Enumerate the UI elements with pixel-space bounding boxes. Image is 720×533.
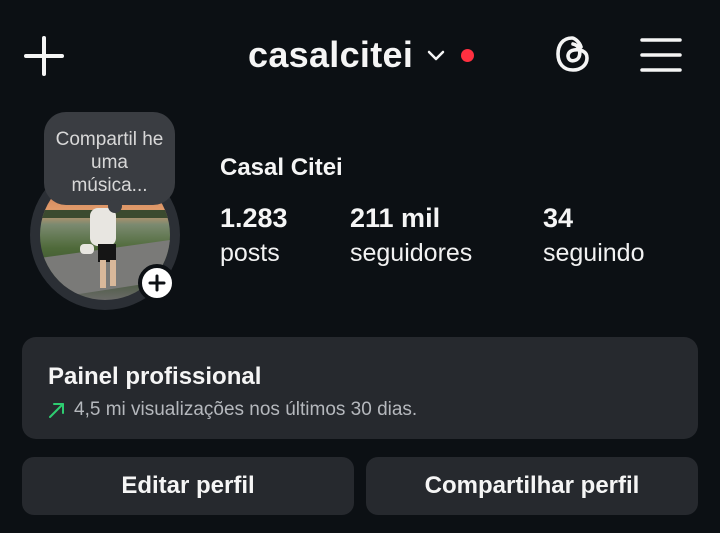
following-label[interactable]: seguindo bbox=[543, 239, 644, 268]
dashboard-subtitle: 4,5 mi visualizações nos últimos 30 dias… bbox=[48, 399, 417, 421]
note-bubble[interactable]: Compartil he uma música... bbox=[44, 112, 175, 205]
share-profile-button[interactable]: Compartilhar perfil bbox=[366, 457, 698, 515]
following-count[interactable]: 34 bbox=[543, 203, 573, 234]
edit-profile-button[interactable]: Editar perfil bbox=[22, 457, 354, 515]
add-story-button[interactable] bbox=[138, 264, 176, 302]
threads-button[interactable] bbox=[552, 33, 594, 75]
plus-icon bbox=[148, 274, 166, 292]
edit-profile-label: Editar perfil bbox=[121, 472, 255, 499]
username: casalcitei bbox=[248, 34, 414, 75]
threads-icon bbox=[556, 36, 589, 72]
professional-dashboard-card[interactable]: Painel profissional 4,5 mi visualizações… bbox=[22, 337, 698, 439]
dashboard-views-text: 4,5 mi visualizações nos últimos 30 dias… bbox=[74, 399, 418, 420]
hamburger-menu-icon bbox=[640, 38, 682, 72]
posts-count[interactable]: 1.283 bbox=[220, 203, 288, 234]
create-button[interactable] bbox=[24, 36, 64, 76]
chevron-down-icon bbox=[427, 50, 445, 61]
display-name: Casal Citei bbox=[220, 154, 343, 181]
followers-label[interactable]: seguidores bbox=[350, 239, 472, 268]
note-text: Compartil he uma música... bbox=[55, 129, 164, 196]
posts-label[interactable]: posts bbox=[220, 239, 280, 268]
dashboard-title: Painel profissional bbox=[48, 363, 262, 390]
plus-icon bbox=[24, 36, 64, 76]
menu-button[interactable] bbox=[640, 36, 682, 74]
notification-dot bbox=[461, 48, 475, 62]
trend-up-icon bbox=[49, 403, 64, 418]
share-profile-label: Compartilhar perfil bbox=[424, 472, 640, 499]
account-switcher[interactable]: casalcitei bbox=[248, 30, 475, 80]
followers-count[interactable]: 211 mil bbox=[350, 203, 440, 234]
note-bubble-tail bbox=[108, 199, 122, 213]
